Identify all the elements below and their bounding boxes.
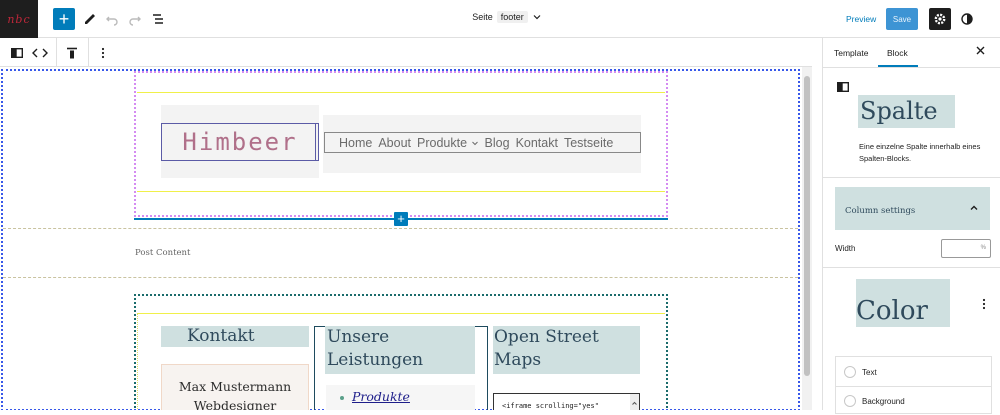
document-type-label: Seite	[472, 12, 493, 22]
footer-group-edge	[137, 313, 138, 410]
close-sidebar-button[interactable]	[973, 45, 987, 59]
column-block-icon	[11, 48, 23, 58]
settings-sidebar: Template Block Spalte Eine einzelne Spal…	[822, 38, 1000, 414]
color-swatch-icon	[844, 395, 856, 407]
color-options-button[interactable]	[979, 298, 989, 312]
document-overview-button[interactable]	[147, 8, 169, 30]
color-option-background[interactable]: Background	[836, 387, 991, 415]
document-overview-icon	[153, 14, 163, 24]
preview-button[interactable]: Preview	[838, 9, 884, 29]
post-content-label: Post Content	[135, 248, 191, 258]
editor-canvas[interactable]: Himbeer Home About Produkte Blog Kontakt…	[0, 67, 812, 410]
navigation-block[interactable]: Home About Produkte Blog Kontakt Testsei…	[324, 132, 641, 153]
sidebar-divider	[823, 267, 1000, 268]
block-card-title: Spalte	[858, 95, 955, 128]
template-name-badge: footer	[496, 11, 528, 23]
undo-button[interactable]	[101, 8, 123, 30]
sidebar-tabs: Template Block	[823, 38, 1000, 68]
move-block-button[interactable]	[29, 42, 51, 64]
width-label: Width	[835, 244, 856, 253]
footer-heading-kontakt[interactable]: Kontakt	[161, 326, 309, 347]
add-block-button[interactable]: +	[53, 8, 75, 30]
block-card-description: Eine einzelne Spalte innerhalb eines Spa…	[859, 142, 981, 163]
undo-icon	[106, 16, 118, 26]
settings-gear-icon	[934, 13, 946, 25]
nav-item-about[interactable]: About	[378, 136, 411, 150]
active-tab-indicator	[878, 65, 918, 67]
block-toolbar	[0, 38, 812, 67]
block-options-button[interactable]	[92, 42, 114, 64]
footer-heading-maps[interactable]: Open Street Maps	[493, 326, 640, 374]
footer-heading-maps-line1: Open Street	[494, 327, 599, 347]
editor-top-bar: nbc + Seite footer Preview Save	[0, 0, 1000, 38]
site-logo-image[interactable]: Himbeer	[161, 123, 319, 161]
more-options-icon	[982, 298, 986, 310]
contact-role: Webdesigner	[193, 398, 277, 410]
color-option-background-label: Background	[862, 396, 905, 406]
save-button[interactable]: Save	[886, 8, 918, 30]
close-icon	[976, 46, 984, 55]
nav-item-home[interactable]: Home	[339, 136, 372, 150]
submenu-chevron-icon	[471, 141, 478, 145]
vertical-align-button[interactable]	[61, 42, 83, 64]
column-settings-title: Column settings	[845, 206, 916, 216]
column-block-icon	[837, 82, 849, 92]
nav-item-kontakt[interactable]: Kontakt	[516, 136, 558, 150]
nav-item-produkte[interactable]: Produkte	[417, 136, 479, 150]
document-title-button[interactable]: Seite footer	[472, 11, 542, 23]
site-icon-text: nbc	[7, 12, 31, 26]
block-type-button[interactable]	[6, 42, 28, 64]
more-options-icon	[101, 47, 105, 59]
scroll-up-arrow-icon	[632, 401, 637, 405]
nav-item-testseite[interactable]: Testseite	[564, 136, 613, 150]
tab-block[interactable]: Block	[887, 48, 908, 58]
list-item-produkte[interactable]: Produkte	[352, 389, 410, 404]
redo-icon	[129, 16, 141, 26]
color-option-text[interactable]: Text	[836, 358, 991, 386]
nav-item-blog[interactable]: Blog	[485, 136, 510, 150]
styles-button[interactable]	[956, 8, 978, 30]
list-bullet	[340, 396, 344, 400]
footer-heading-maps-line2: Maps	[494, 350, 542, 370]
chevron-up-icon	[970, 205, 978, 210]
nav-item-produkte-label: Produkte	[417, 135, 468, 150]
settings-button[interactable]	[929, 8, 951, 30]
redo-button[interactable]	[124, 8, 146, 30]
tab-template[interactable]: Template	[834, 48, 869, 58]
move-arrows-icon	[32, 48, 48, 58]
sidebar-divider	[823, 177, 1000, 178]
block-inserter-button[interactable]: +	[394, 212, 408, 226]
footer-heading-leistungen-line2: Leistungen	[327, 350, 424, 370]
contact-name: Max Mustermann	[178, 379, 292, 394]
canvas-scroll-thumb[interactable]	[804, 76, 810, 376]
site-logo-text: Himbeer	[182, 128, 298, 156]
add-block-icon: +	[58, 9, 70, 29]
site-icon[interactable]: nbc	[0, 0, 38, 38]
footer-heading-leistungen[interactable]: Unsere Leistungen	[325, 326, 475, 374]
html-code-block[interactable]: <iframe scrolling="yes"	[493, 393, 640, 410]
logo-resize-edge	[315, 123, 319, 161]
code-block-scrollbar[interactable]	[630, 394, 639, 410]
styles-half-circle-icon	[961, 13, 973, 25]
color-panel-title: Color	[856, 279, 950, 327]
color-option-text-label: Text	[862, 367, 877, 377]
toolbar-separator	[88, 38, 89, 67]
width-input[interactable]: %	[941, 239, 991, 258]
vertical-align-icon	[67, 47, 77, 59]
footer-heading-leistungen-line1: Unsere	[327, 327, 390, 347]
post-content-block[interactable]	[3, 228, 798, 278]
chevron-down-icon	[533, 15, 541, 20]
edit-tools-button[interactable]	[79, 8, 101, 30]
color-swatch-icon	[844, 366, 856, 378]
color-settings-list: Text Background	[835, 356, 992, 414]
contact-card[interactable]: Max Mustermann Webdesigner	[161, 364, 309, 410]
toolbar-separator	[56, 38, 57, 67]
edit-tools-icon	[85, 14, 95, 24]
